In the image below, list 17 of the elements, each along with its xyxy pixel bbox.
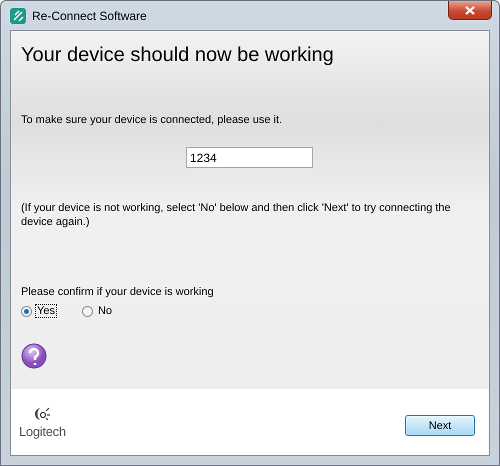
radio-label[interactable]: No <box>96 305 114 317</box>
logo-icon <box>33 406 52 422</box>
close-button[interactable] <box>448 1 492 20</box>
help-icon[interactable] <box>21 343 47 369</box>
instruction-text: To make sure your device is connected, please use it. <box>21 113 284 127</box>
radio-button[interactable] <box>82 306 93 316</box>
radio-label[interactable]: Yes <box>36 305 56 317</box>
note-text: (If your device is not working, select 'No' below and then click 'Next' to try connecting the device again.) <box>21 201 452 229</box>
input-field[interactable]: 1234 <box>186 147 313 168</box>
radio-button[interactable] <box>21 306 32 316</box>
logo-text: Logitech <box>19 424 66 439</box>
app-icon <box>10 8 26 24</box>
next-button[interactable]: Next <box>405 415 475 436</box>
page-heading: Your device should now be working <box>21 44 335 67</box>
question-text: Please confirm if your device is working <box>21 285 215 299</box>
close-icon <box>465 6 475 14</box>
window-title: Re-Connect Software <box>32 8 147 22</box>
